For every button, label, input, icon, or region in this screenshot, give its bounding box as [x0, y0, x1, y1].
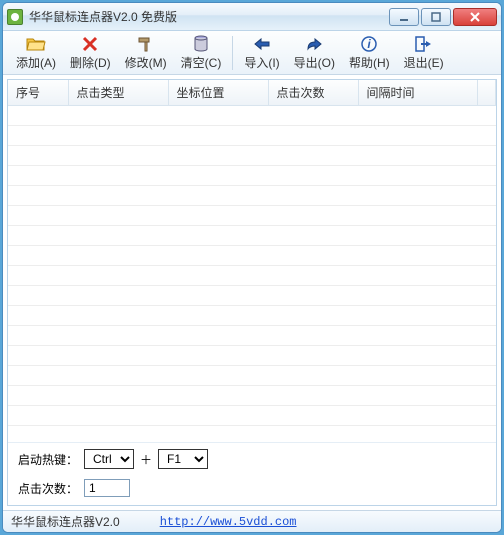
statusbar: 华华鼠标连点器V2.0 http://www.5vdd.com — [3, 510, 501, 532]
click-list-table[interactable]: 序号 点击类型 坐标位置 点击次数 间隔时间 — [8, 80, 496, 442]
table-row[interactable] — [8, 246, 496, 266]
arrow-left-icon — [252, 35, 272, 53]
table-row[interactable] — [8, 226, 496, 246]
table-row[interactable] — [8, 286, 496, 306]
modify-button[interactable]: 修改(M) — [118, 32, 174, 74]
hotkey-modifier-select[interactable]: Ctrl — [84, 449, 134, 469]
export-button[interactable]: 导出(O) — [287, 32, 342, 74]
toolbar-separator — [232, 36, 233, 70]
toolbar: 添加(A) 删除(D) 修改(M) 清空(C) 导入(I) 导出(O) i 帮助… — [3, 31, 501, 75]
status-version: 华华鼠标连点器V2.0 — [11, 513, 120, 530]
hotkey-row: 启动热键： Ctrl ＋ F1 — [8, 442, 496, 475]
delete-button[interactable]: 删除(D) — [63, 32, 118, 74]
trash-icon — [191, 35, 211, 53]
titlebar[interactable]: 华华鼠标连点器V2.0 免费版 — [3, 3, 501, 31]
table-row[interactable] — [8, 346, 496, 366]
import-button[interactable]: 导入(I) — [237, 32, 286, 74]
col-spacer — [478, 80, 496, 106]
minimize-button[interactable] — [389, 8, 419, 26]
content-area: 序号 点击类型 坐标位置 点击次数 间隔时间 启动热键： Ctrl ＋ F1 点… — [7, 79, 497, 506]
col-count[interactable]: 点击次数 — [268, 80, 358, 106]
svg-text:i: i — [368, 37, 372, 51]
hammer-icon — [136, 35, 156, 53]
col-pos[interactable]: 坐标位置 — [168, 80, 268, 106]
click-count-label: 点击次数： — [18, 480, 78, 497]
table-row[interactable] — [8, 306, 496, 326]
close-button[interactable] — [453, 8, 497, 26]
x-icon — [80, 35, 100, 53]
app-icon — [7, 9, 23, 25]
table-row[interactable] — [8, 266, 496, 286]
info-icon: i — [359, 35, 379, 53]
door-exit-icon — [414, 35, 434, 53]
table-row[interactable] — [8, 186, 496, 206]
arrow-curve-icon — [304, 35, 324, 53]
hotkey-label: 启动热键： — [18, 451, 78, 468]
maximize-button[interactable] — [421, 8, 451, 26]
table-row[interactable] — [8, 426, 496, 443]
exit-button[interactable]: 退出(E) — [397, 32, 451, 74]
add-button[interactable]: 添加(A) — [9, 32, 63, 74]
table-row[interactable] — [8, 106, 496, 126]
help-button[interactable]: i 帮助(H) — [342, 32, 397, 74]
plus-sign: ＋ — [140, 451, 152, 468]
col-seq[interactable]: 序号 — [8, 80, 68, 106]
clear-button[interactable]: 清空(C) — [174, 32, 229, 74]
col-type[interactable]: 点击类型 — [68, 80, 168, 106]
table-row[interactable] — [8, 146, 496, 166]
status-link[interactable]: http://www.5vdd.com — [160, 515, 297, 529]
main-window: 华华鼠标连点器V2.0 免费版 添加(A) 删除(D) 修改(M) 清空(C) … — [2, 2, 502, 533]
window-title: 华华鼠标连点器V2.0 免费版 — [29, 8, 389, 25]
table-row[interactable] — [8, 326, 496, 346]
table-row[interactable] — [8, 166, 496, 186]
col-interval[interactable]: 间隔时间 — [358, 80, 478, 106]
folder-open-icon — [26, 35, 46, 53]
table-row[interactable] — [8, 126, 496, 146]
table-row[interactable] — [8, 386, 496, 406]
hotkey-key-select[interactable]: F1 — [158, 449, 208, 469]
table-row[interactable] — [8, 206, 496, 226]
table-row[interactable] — [8, 406, 496, 426]
table-row[interactable] — [8, 366, 496, 386]
click-count-input[interactable] — [84, 479, 130, 497]
click-count-row: 点击次数： — [8, 475, 496, 505]
